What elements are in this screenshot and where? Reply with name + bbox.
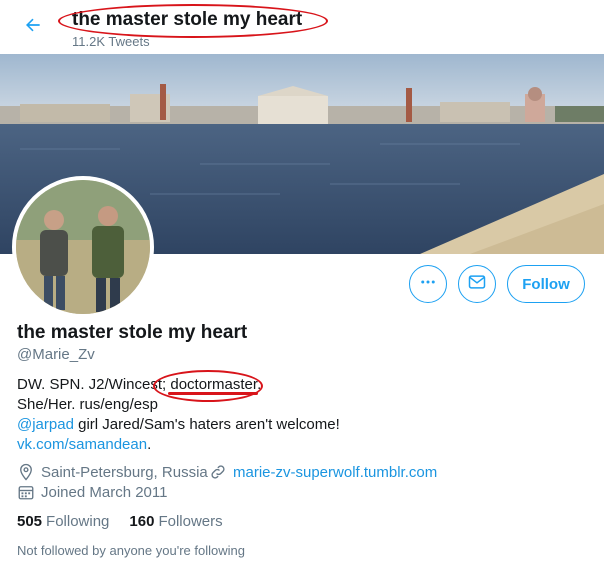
display-name: the master stole my heart — [17, 322, 248, 343]
following-stat[interactable]: 505 Following — [17, 513, 109, 530]
bio-url-link[interactable]: vk.com/samandean — [17, 436, 147, 453]
followers-you-know-note: Not followed by anyone you're following — [17, 543, 245, 558]
followers-count: 160 — [129, 513, 155, 530]
location-icon — [17, 463, 35, 481]
bio-link-suffix: . — [147, 436, 152, 453]
website[interactable]: marie-zv-superwolf.tumblr.com — [209, 463, 437, 481]
join-date: Joined March 2011 — [17, 483, 167, 501]
more-icon — [419, 273, 437, 296]
joined-text: Joined March 2011 — [41, 483, 168, 501]
back-arrow-icon — [23, 15, 43, 40]
header-title: the master stole my heart — [72, 9, 303, 30]
avatar[interactable] — [12, 176, 154, 318]
bio-line-4: vk.com/samandean. — [17, 435, 457, 455]
followers-label: Followers — [158, 513, 223, 530]
calendar-icon — [17, 483, 35, 501]
tweet-count: 11.2K Tweets — [72, 34, 150, 49]
bio: DW. SPN. J2/Wincest; doctormaster. She/H… — [17, 375, 457, 455]
bio-line-2: She/Her. rus/eng/esp — [17, 396, 158, 413]
bio-line-1: DW. SPN. J2/Wincest; doctormaster. — [17, 376, 262, 393]
location: Saint-Petersburg, Russia — [17, 463, 208, 481]
follow-button[interactable]: Follow — [507, 265, 585, 303]
profile-header: the master stole my heart 11.2K Tweets — [0, 0, 604, 54]
location-text: Saint-Petersburg, Russia — [41, 463, 208, 481]
more-button[interactable] — [409, 265, 447, 303]
back-button[interactable] — [18, 12, 48, 42]
message-button[interactable] — [458, 265, 496, 303]
mail-icon — [467, 272, 487, 297]
link-icon — [209, 463, 227, 481]
bio-line-3: @jarpad girl Jared/Sam's haters aren't w… — [17, 415, 457, 435]
bio-line-3-text: girl Jared/Sam's haters aren't welcome! — [73, 416, 340, 433]
followers-stat[interactable]: 160 Followers — [129, 513, 222, 530]
mention-link[interactable]: @jarpad — [17, 416, 74, 433]
user-handle: @Marie_Zv — [17, 346, 95, 363]
following-count: 505 — [17, 513, 43, 530]
website-link[interactable]: marie-zv-superwolf.tumblr.com — [233, 464, 437, 481]
following-label: Following — [46, 513, 110, 530]
follow-stats: 505 Following 160 Followers — [17, 513, 243, 530]
